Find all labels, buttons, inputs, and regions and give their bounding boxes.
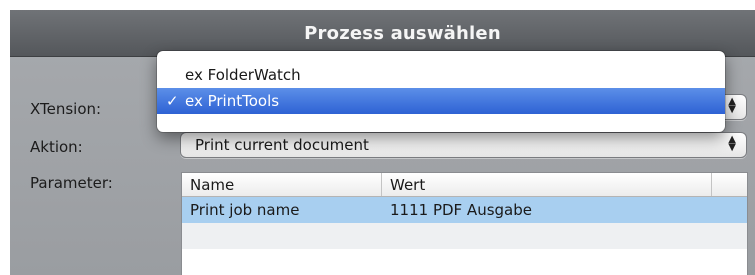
parameter-table: Name Wert Print job name 1111 PDF Ausgab… xyxy=(181,172,748,275)
table-cell-name: Print job name xyxy=(190,201,300,219)
menu-item-folderwatch[interactable]: ex FolderWatch xyxy=(157,62,725,88)
table-row-empty xyxy=(182,249,747,275)
column-header-name[interactable]: Name xyxy=(182,173,382,196)
xtension-label: XTension: xyxy=(30,100,102,118)
table-header: Name Wert xyxy=(182,173,747,197)
table-row-empty xyxy=(182,223,747,249)
checkmark-icon: ✓ xyxy=(166,92,179,110)
dialog-titlebar: Prozess auswählen xyxy=(10,10,755,57)
parameter-label: Parameter: xyxy=(30,174,113,192)
xtension-dropdown-menu: ex FolderWatch ✓ ex PrintTools xyxy=(157,51,725,132)
process-dialog: Prozess auswählen XTension: ▲ ▼ Aktion: P… xyxy=(10,10,755,275)
select-arrows-icon: ▲ ▼ xyxy=(728,96,736,115)
table-cell-wert: 1111 PDF Ausgabe xyxy=(390,201,532,219)
dialog-title: Prozess auswählen xyxy=(304,22,501,44)
table-row[interactable]: Print job name 1111 PDF Ausgabe xyxy=(182,197,747,223)
aktion-select-value: Print current document xyxy=(195,136,369,154)
column-header-filler xyxy=(712,173,747,196)
aktion-label: Aktion: xyxy=(30,138,83,156)
column-header-wert[interactable]: Wert xyxy=(382,173,712,196)
menu-item-label: ex FolderWatch xyxy=(185,66,301,84)
menu-item-printtools[interactable]: ✓ ex PrintTools xyxy=(157,88,725,114)
menu-item-label: ex PrintTools xyxy=(185,92,280,110)
aktion-select[interactable]: Print current document ▲ ▼ xyxy=(180,132,747,158)
select-arrows-icon: ▲ ▼ xyxy=(728,134,736,153)
